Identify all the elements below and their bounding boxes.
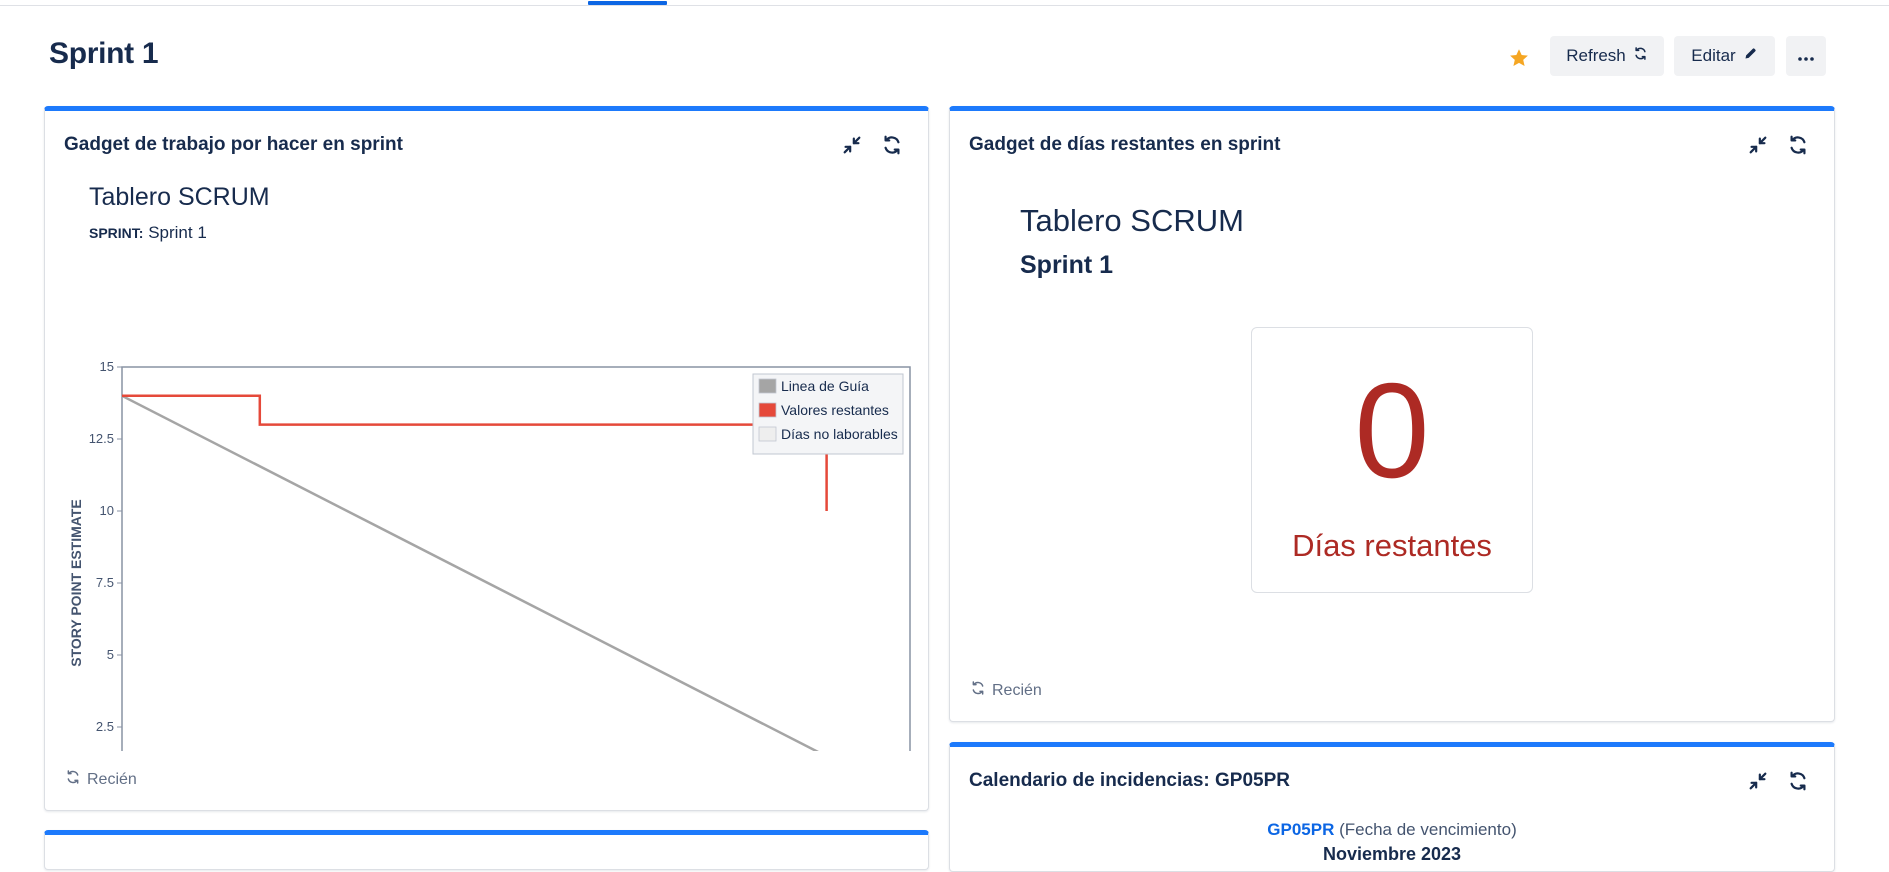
calendar-subtitle: GP05PR (Fecha de vencimiento) (950, 820, 1834, 840)
refresh-icon (1633, 46, 1648, 66)
page-title: Sprint 1 (49, 37, 159, 70)
refresh-gadget-icon[interactable] (1786, 769, 1810, 793)
refresh-gadget-icon[interactable] (880, 133, 904, 157)
days-remaining-label: Días restantes (1292, 528, 1492, 563)
refresh-small-icon (970, 680, 986, 701)
star-icon[interactable] (1505, 44, 1533, 72)
calendar-month: Noviembre 2023 (1322, 844, 1462, 864)
gadget-partial (44, 830, 929, 870)
edit-button[interactable]: Editar (1674, 36, 1775, 76)
more-options-button[interactable] (1786, 36, 1826, 76)
gadget-sprint-burndown: Gadget de trabajo por hacer en sprint Ta… (44, 106, 929, 811)
board-name: Tablero SCRUM (89, 183, 270, 211)
minimize-icon[interactable] (1746, 133, 1770, 157)
top-nav-divider (0, 5, 1889, 6)
refresh-button[interactable]: Refresh (1550, 36, 1664, 76)
sprint-name: Sprint 1 (1020, 251, 1114, 279)
refresh-button-label: Refresh (1566, 46, 1626, 65)
y-tick-label: 12.5 (89, 431, 114, 446)
legend-item: Días no laborables (781, 426, 898, 442)
refresh-status-text: Recién (87, 770, 137, 788)
active-tab-indicator (588, 1, 667, 5)
minimize-icon[interactable] (840, 133, 864, 157)
gadget-title: Calendario de incidencias: GP05PR (969, 770, 1290, 791)
legend-swatch (758, 378, 777, 394)
board-name: Tablero SCRUM (1020, 203, 1244, 238)
pencil-icon (1743, 46, 1758, 66)
legend-swatch (758, 426, 777, 442)
edit-button-label: Editar (1691, 46, 1736, 65)
minimize-icon[interactable] (1746, 769, 1770, 793)
burndown-chart: 02.557.51012.515Nov 27 16:00Nov 28 0:00N… (68, 359, 911, 751)
days-remaining-card: 0 Días restantes (1251, 327, 1533, 593)
days-remaining-value: 0 (1354, 355, 1430, 506)
gadget-days-remaining: Gadget de días restantes en sprint Table… (949, 106, 1835, 722)
gadget-title: Gadget de días restantes en sprint (969, 134, 1281, 155)
sprint-info: SPRINT: Sprint 1 (89, 223, 207, 243)
legend-item: Linea de Guía (781, 378, 869, 394)
y-tick-label: 2.5 (96, 719, 114, 734)
refresh-gadget-icon[interactable] (1786, 133, 1810, 157)
refresh-status[interactable]: Recién (65, 769, 137, 790)
date-field-label: (Fecha de vencimiento) (1339, 820, 1517, 839)
project-link[interactable]: GP05PR (1267, 820, 1334, 839)
y-tick-label: 15 (100, 359, 114, 374)
y-tick-label: 5 (107, 647, 114, 662)
sprint-value: Sprint 1 (148, 223, 207, 242)
more-icon (1798, 46, 1814, 66)
sprint-label: SPRINT: (89, 225, 144, 241)
legend-swatch (758, 402, 777, 418)
gadget-issue-calendar: Calendario de incidencias: GP05PR GP05PR… (949, 742, 1835, 872)
y-axis-label: STORY POINT ESTIMATE (68, 499, 84, 667)
legend-item: Valores restantes (781, 402, 889, 418)
y-tick-label: 7.5 (96, 575, 114, 590)
y-tick-label: 10 (100, 503, 114, 518)
refresh-small-icon (65, 769, 81, 790)
refresh-status-text: Recién (992, 681, 1042, 699)
refresh-status[interactable]: Recién (970, 680, 1042, 701)
gadget-title: Gadget de trabajo por hacer en sprint (64, 134, 403, 155)
